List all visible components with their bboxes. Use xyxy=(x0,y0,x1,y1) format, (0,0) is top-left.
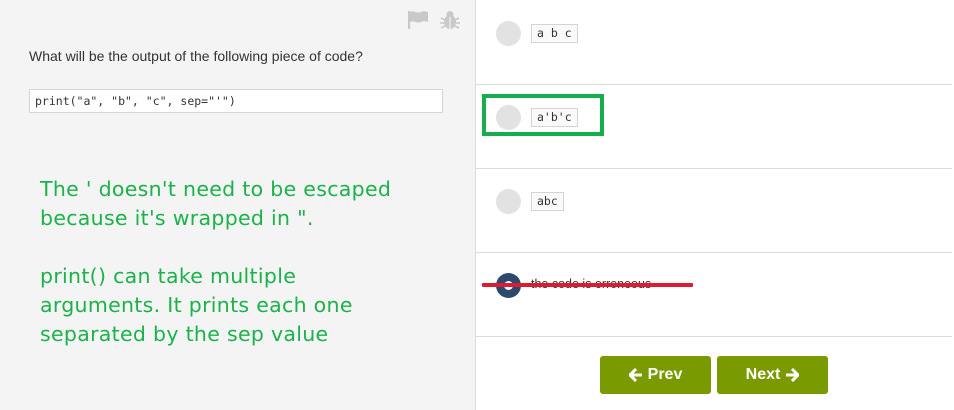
prev-label: Prev xyxy=(647,366,683,383)
radio-button[interactable] xyxy=(496,21,521,46)
wrong-answer-strike xyxy=(482,283,693,287)
answer-panel: a b c a'b'c abc the code is erroneous xyxy=(476,0,954,410)
question-prompt: What will be the output of the following… xyxy=(29,48,363,64)
answer-option-2[interactable]: a'b'c xyxy=(476,84,952,169)
prev-button[interactable]: Prev xyxy=(600,356,711,394)
annotation-sep-note: print() can take multiple arguments. It … xyxy=(40,264,353,346)
bug-icon[interactable] xyxy=(439,10,461,30)
radio-button[interactable] xyxy=(496,189,521,214)
arrow-left-icon xyxy=(628,368,643,382)
next-label: Next xyxy=(745,366,781,383)
option-label: a b c xyxy=(531,24,578,43)
option-label: a'b'c xyxy=(531,108,578,127)
question-code: print("a", "b", "c", sep="'") xyxy=(29,89,443,113)
next-button[interactable]: Next xyxy=(717,356,828,394)
arrow-right-icon xyxy=(785,368,800,382)
radio-button[interactable] xyxy=(496,105,521,130)
answer-option-4[interactable]: the code is erroneous xyxy=(476,252,952,337)
answer-option-1[interactable]: a b c xyxy=(476,0,952,85)
question-panel: What will be the output of the following… xyxy=(0,0,475,410)
option-label: abc xyxy=(531,192,564,211)
flag-icon[interactable] xyxy=(407,10,429,30)
answer-option-3[interactable]: abc xyxy=(476,168,952,253)
annotation-escape-note: The ' doesn't need to be escaped because… xyxy=(40,177,392,230)
question-toolbar xyxy=(407,10,461,30)
